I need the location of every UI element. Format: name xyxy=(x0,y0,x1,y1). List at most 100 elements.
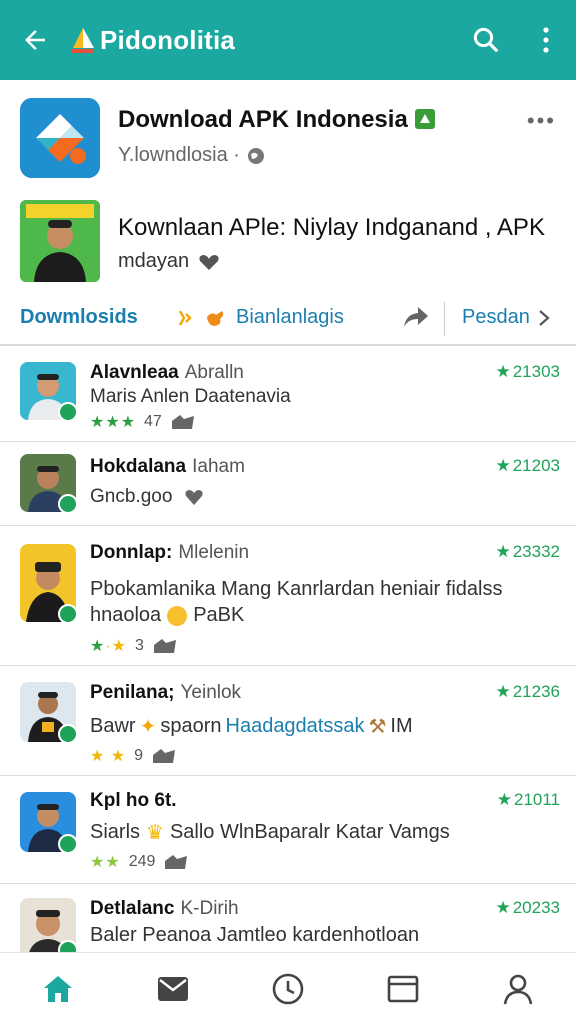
list-item[interactable]: Kpl ho 6t. ★ 21011 Siarls ♛ Sallo WlnBapa… xyxy=(0,776,576,884)
developer-line: Y.lowndlosia · xyxy=(118,144,266,167)
app-header-card: Download APK Indonesia Y.lowndlosia · ••… xyxy=(0,80,576,292)
item-name: Penilana; xyxy=(90,682,175,703)
star-icon: ★ xyxy=(496,790,512,809)
item-score: ★ 20233 xyxy=(495,898,560,917)
item-description: Bawr ✦ spaorn Haadagdatssak ⚒ IM xyxy=(90,715,413,738)
item-link[interactable]: Haadagdatssak xyxy=(226,715,365,738)
overflow-menu-button[interactable] xyxy=(516,0,576,80)
profile-icon xyxy=(504,974,533,1004)
item-rating: ★·★ 3 xyxy=(90,636,178,656)
item-name: Hokdalana xyxy=(90,456,187,477)
item-rating: ★★★ 47 xyxy=(90,412,196,432)
thumbs-icon xyxy=(153,639,176,653)
search-button[interactable] xyxy=(456,0,516,80)
app-bar: Pidonolitia xyxy=(0,0,576,80)
featured-row[interactable]: Kownlaan APle: Niylay Indganand , APK md… xyxy=(20,200,556,284)
verified-badge-icon xyxy=(58,402,76,420)
android-badge-icon xyxy=(415,109,436,129)
item-subtitle: Abralln xyxy=(184,362,244,383)
avatar xyxy=(20,682,76,742)
tab-categories[interactable]: Bianlanlagis xyxy=(176,306,344,329)
item-name: Kpl ho 6t. xyxy=(90,790,177,811)
more-options-button[interactable]: ••• xyxy=(527,108,556,134)
item-name-line: Penilana; Yeinlok xyxy=(90,682,241,704)
list-item[interactable]: Detlalanc K-Dirih ★ 20233 Baler Peanoa Ja… xyxy=(0,884,576,952)
nav-home[interactable] xyxy=(28,959,88,1019)
item-name-line: Donnlap: Mlelenin xyxy=(90,542,249,564)
tab-pesdan[interactable]: Pesdan xyxy=(462,306,550,329)
mail-icon xyxy=(157,976,188,1001)
avatar xyxy=(20,362,76,420)
star-rating-icon: ★ ★ xyxy=(90,748,127,765)
share-arrow-icon xyxy=(404,307,428,327)
app-name: Download APK Indonesia xyxy=(118,106,436,134)
item-name-line: Alavnleaa Abralln xyxy=(90,362,244,384)
arrow-left-icon xyxy=(25,30,45,50)
list-item[interactable]: Alavnleaa Abralln ★ 21303 Maris Anlen Daa… xyxy=(0,348,576,442)
nav-profile[interactable] xyxy=(488,959,548,1019)
nav-history[interactable] xyxy=(258,959,318,1019)
item-score: ★ 21236 xyxy=(495,682,560,701)
tools-icon: ⚒ xyxy=(368,716,387,738)
item-name-line: Detlalanc K-Dirih xyxy=(90,898,239,920)
hand-icon xyxy=(207,310,224,326)
list-item[interactable]: Donnlap: Mlelenin ★ 23332 Pbokamlanika Ma… xyxy=(0,526,576,666)
star-rating-icon: ★★ xyxy=(90,854,121,871)
avatar xyxy=(20,792,76,852)
sail-logo-icon xyxy=(72,28,94,53)
heart-hand-icon xyxy=(199,254,219,270)
bottom-navigation xyxy=(0,952,576,1024)
back-button[interactable] xyxy=(0,0,70,80)
item-name: Detlalanc xyxy=(90,898,175,919)
star-rating-icon: ★★★ xyxy=(90,414,137,431)
nav-browser[interactable] xyxy=(373,959,433,1019)
item-subtitle: Yeinlok xyxy=(180,682,242,703)
item-description: Baler Peanoa Jamtleo kardenhotloan xyxy=(90,924,420,946)
app-bar-title: Pidonolitia xyxy=(100,24,236,55)
item-description: Maris Anlen Daatenavia xyxy=(90,386,291,407)
globe-icon xyxy=(247,147,264,164)
item-description-line: Gncb.goo xyxy=(90,486,204,508)
featured-subtitle-line: mdayan xyxy=(118,250,221,273)
thumbs-icon xyxy=(171,415,194,429)
share-button[interactable] xyxy=(402,304,430,335)
item-subtitle: Iaham xyxy=(192,456,245,477)
app-icon xyxy=(20,98,100,178)
thumbs-icon xyxy=(153,749,176,763)
verified-badge-icon xyxy=(58,834,76,852)
star-rating-icon: ★·★ xyxy=(90,638,128,655)
home-icon xyxy=(43,975,72,1002)
sparkle-icon xyxy=(178,309,192,326)
item-description: Siarls ♛ Sallo WlnBaparalr Katar Vamgs xyxy=(90,821,450,844)
item-description: Gncb.goo xyxy=(90,486,173,507)
tab-bar: Dowmlosids Bianlanlagis Pesdan xyxy=(0,292,576,346)
verified-badge-icon xyxy=(58,494,76,512)
star-icon: ★ xyxy=(495,682,511,701)
tab-downloads[interactable]: Dowmlosids xyxy=(20,306,138,329)
item-name: Alavnleaa xyxy=(90,362,179,383)
star-icon: ★ xyxy=(495,542,511,561)
featured-subtitle: mdayan xyxy=(118,250,190,272)
item-name: Donnlap: xyxy=(90,542,173,563)
star-icon: ★ xyxy=(495,456,511,475)
star-icon: ★ xyxy=(495,362,511,381)
item-rating: ★★ 249 xyxy=(90,852,189,872)
thumbs-icon xyxy=(165,855,188,869)
app-info-row[interactable]: Download APK Indonesia Y.lowndlosia · ••… xyxy=(20,98,556,182)
item-subtitle: K-Dirih xyxy=(180,898,239,919)
chevron-right-icon xyxy=(539,309,550,326)
sparkle-icon: ✦ xyxy=(139,716,157,738)
list-item[interactable]: Hokdalana Iaham ★ 21203 Gncb.goo xyxy=(0,442,576,526)
avatar xyxy=(20,898,76,952)
more-vertical-icon xyxy=(543,27,549,53)
list-item[interactable]: Penilana; Yeinlok ★ 21236 Bawr ✦ spaorn H… xyxy=(0,666,576,776)
item-name-line: Kpl ho 6t. xyxy=(90,790,183,812)
item-rating: ★ ★ 9 xyxy=(90,746,177,766)
app-logo: Pidonolitia xyxy=(70,25,235,56)
item-name-line: Hokdalana Iaham xyxy=(90,456,245,478)
crown-icon: ♛ xyxy=(146,822,164,844)
verified-badge-icon xyxy=(58,940,76,952)
heart-icon xyxy=(185,490,203,505)
featured-thumbnail xyxy=(20,200,100,282)
nav-mail[interactable] xyxy=(143,959,203,1019)
